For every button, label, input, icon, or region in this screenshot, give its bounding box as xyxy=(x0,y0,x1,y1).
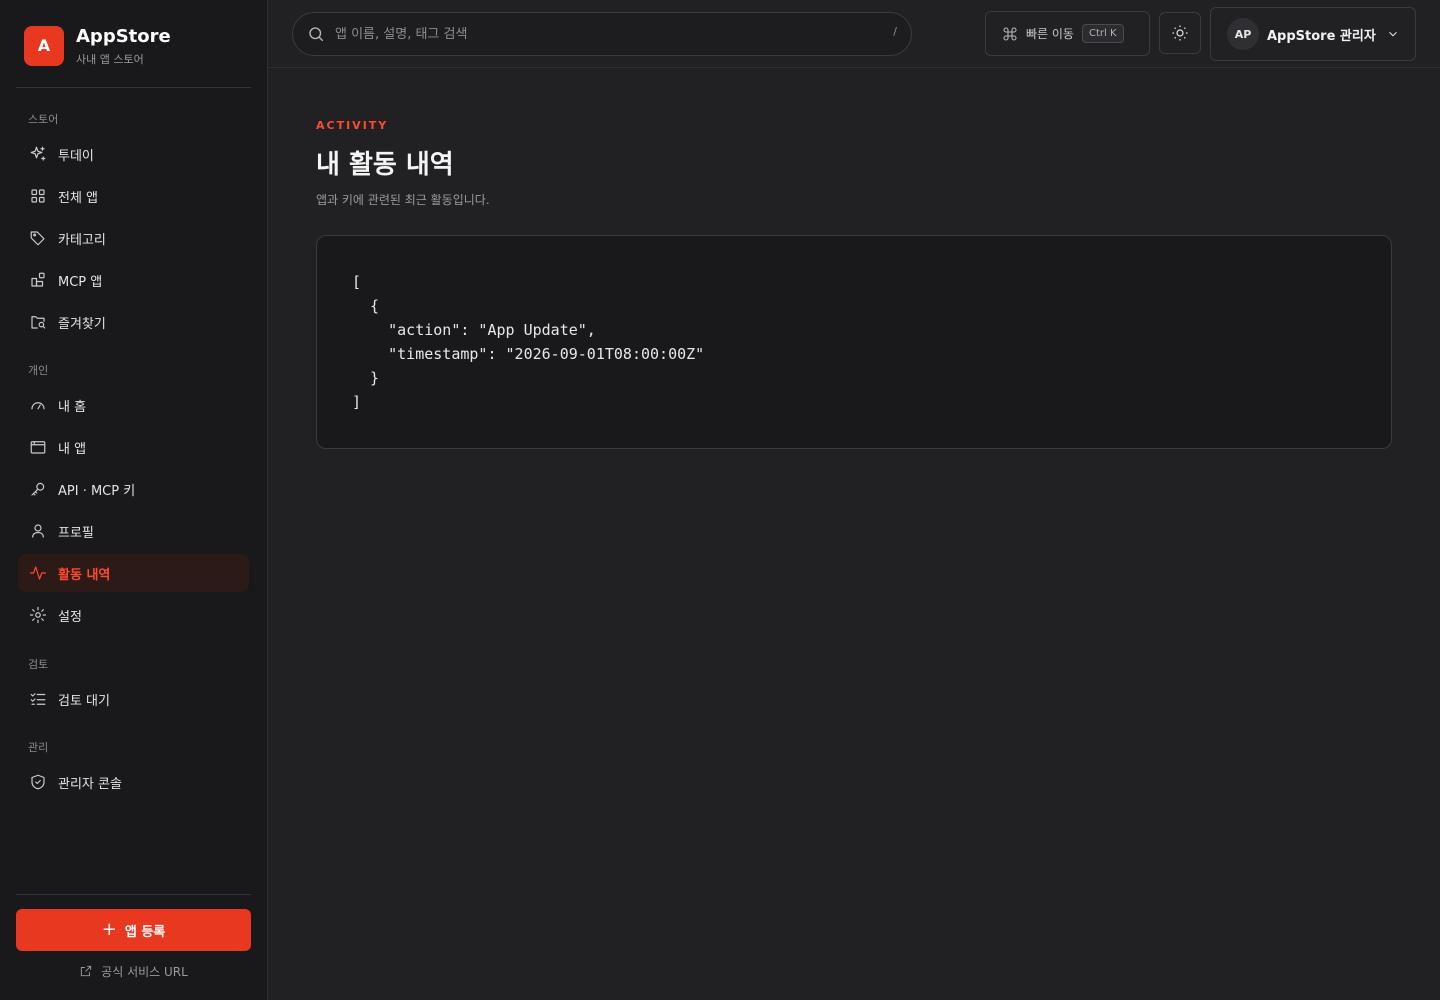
search-bar[interactable]: / xyxy=(292,12,912,56)
official-service-label: 공식 서비스 URL xyxy=(101,964,188,979)
sidebar-item-my-apps[interactable]: 내 앱 xyxy=(18,428,249,466)
sidebar-item-my-home[interactable]: 내 홈 xyxy=(18,386,249,424)
sidebar-item-label: 활동 내역 xyxy=(58,567,111,583)
sidebar-item-mcp-apps[interactable]: MCP 앱 xyxy=(18,261,249,299)
brand-logo: A xyxy=(24,26,64,66)
brand-name: AppStore xyxy=(76,26,171,47)
sidebar-item-today[interactable]: 투데이 xyxy=(18,135,249,173)
sidebar-item-label: 내 홈 xyxy=(58,399,87,415)
sidebar-item-category[interactable]: 카테고리 xyxy=(18,219,249,257)
sidebar-item-favorites[interactable]: 즐겨찾기 xyxy=(18,303,249,341)
folder-search-icon xyxy=(28,312,48,332)
sidebar-item-label: 내 앱 xyxy=(58,441,87,457)
sidebar-item-label: 카테고리 xyxy=(58,232,106,248)
section-label-store: 스토어 xyxy=(28,113,59,126)
sun-icon xyxy=(1172,25,1188,41)
sidebar-divider xyxy=(16,87,251,88)
sidebar-item-review-pending[interactable]: 검토 대기 xyxy=(18,680,249,718)
user-icon xyxy=(28,521,48,541)
sidebar-item-admin-console[interactable]: 관리자 콘솔 xyxy=(18,763,249,801)
sidebar-item-profile[interactable]: 프로필 xyxy=(18,512,249,550)
search-input[interactable] xyxy=(335,26,875,42)
sidebar-item-label: MCP 앱 xyxy=(58,274,103,290)
external-link-icon xyxy=(81,965,92,977)
section-label-personal: 개인 xyxy=(28,364,49,377)
page-title: 내 활동 내역 xyxy=(316,150,454,180)
sidebar-divider xyxy=(16,894,251,895)
brand-subtitle: 사내 앱 스토어 xyxy=(76,53,144,66)
sidebar-item-label: 검토 대기 xyxy=(58,693,110,709)
activity-json: [ { "action": "App Update", "timestamp":… xyxy=(352,273,705,411)
page-eyebrow: ACTIVITY xyxy=(316,119,389,132)
search-shortcut-hint: / xyxy=(893,25,897,38)
register-app-label: 앱 등록 xyxy=(124,924,166,940)
sidebar: A AppStore 사내 앱 스토어 스토어 투데이 전체 앱 카테고리 MC… xyxy=(0,0,268,1000)
sidebar-item-label: 전체 앱 xyxy=(58,190,99,206)
sparkles-icon xyxy=(28,144,48,164)
list-checks-icon xyxy=(28,689,48,709)
activity-json-card: [ { "action": "App Update", "timestamp":… xyxy=(316,235,1392,449)
sidebar-item-label: 즐겨찾기 xyxy=(58,316,106,332)
tag-icon xyxy=(28,228,48,248)
quick-nav-button[interactable]: 빠른 이동 Ctrl K xyxy=(985,11,1150,56)
blocks-icon xyxy=(28,270,48,290)
brand[interactable]: A AppStore 사내 앱 스토어 xyxy=(24,26,254,66)
plus-icon: + xyxy=(101,919,117,940)
user-menu-button[interactable]: AP AppStore 관리자 xyxy=(1210,7,1416,61)
command-icon xyxy=(1003,27,1017,40)
avatar: AP xyxy=(1227,18,1259,50)
section-label-review: 검토 xyxy=(28,658,49,671)
sidebar-item-activity[interactable]: 활동 내역 xyxy=(18,554,249,592)
register-app-button[interactable]: + 앱 등록 xyxy=(16,909,251,951)
sidebar-item-label: API · MCP 키 xyxy=(58,483,136,499)
official-service-link[interactable]: 공식 서비스 URL xyxy=(16,962,251,980)
grid-icon xyxy=(28,186,48,206)
sidebar-item-all-apps[interactable]: 전체 앱 xyxy=(18,177,249,215)
sidebar-item-label: 설정 xyxy=(58,609,82,625)
chevron-down-icon xyxy=(1388,31,1397,37)
sidebar-item-api-keys[interactable]: API · MCP 키 xyxy=(18,470,249,508)
search-icon xyxy=(309,27,324,42)
window-icon xyxy=(28,437,48,457)
user-name: AppStore 관리자 xyxy=(1267,28,1376,44)
page-subtitle: 앱과 키에 관련된 최근 활동입니다. xyxy=(316,193,490,207)
sidebar-item-label: 프로필 xyxy=(58,525,94,541)
quick-nav-shortcut: Ctrl K xyxy=(1081,24,1124,43)
gauge-icon xyxy=(28,395,48,415)
shield-icon xyxy=(28,772,48,792)
sidebar-item-settings[interactable]: 설정 xyxy=(18,596,249,634)
section-label-admin: 관리 xyxy=(28,741,49,754)
quick-nav-label: 빠른 이동 xyxy=(1026,27,1074,41)
top-header: / 빠른 이동 Ctrl K AP AppStore 관리자 xyxy=(268,0,1440,68)
activity-icon xyxy=(28,563,48,583)
sidebar-item-label: 투데이 xyxy=(58,148,94,164)
gear-icon xyxy=(28,605,48,625)
sidebar-item-label: 관리자 콘솔 xyxy=(58,776,122,792)
key-icon xyxy=(28,479,48,499)
theme-toggle-button[interactable] xyxy=(1159,12,1201,54)
